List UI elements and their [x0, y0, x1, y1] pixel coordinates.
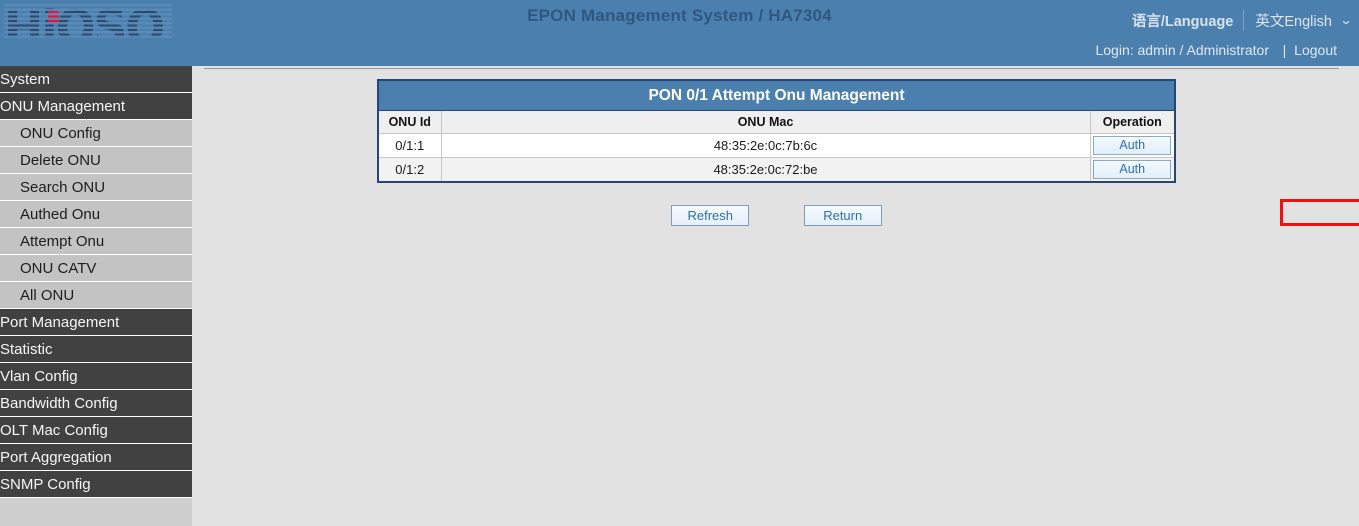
page-header: HiOSO EPON Management System / HA7304 语言…	[0, 0, 1359, 66]
logout-area: | Logout	[1283, 42, 1337, 58]
content-divider	[204, 68, 1339, 69]
chevron-down-icon: ⌄	[1339, 13, 1353, 27]
auth-button[interactable]: Auth	[1093, 136, 1171, 155]
cell-onu-id: 0/1:2	[379, 157, 441, 181]
panel-actions: Refresh Return	[377, 205, 1176, 226]
cell-operation: Auth	[1090, 157, 1174, 181]
sidebar-item-search-onu[interactable]: Search ONU	[0, 174, 192, 201]
column-header-onu-id: ONU Id	[379, 111, 441, 133]
refresh-button[interactable]: Refresh	[671, 205, 749, 226]
cell-onu-mac: 48:35:2e:0c:7b:6c	[441, 133, 1090, 157]
header-top-bar: HiOSO EPON Management System / HA7304 语言…	[0, 0, 1359, 38]
logout-separator: |	[1283, 42, 1291, 58]
logout-button[interactable]: Logout	[1294, 42, 1337, 58]
sidebar-item-all-onu[interactable]: All ONU	[0, 282, 192, 309]
sidebar-item-snmp-config[interactable]: SNMP Config	[0, 471, 192, 498]
main-content: PON 0/1 Attempt Onu Management ONU Id ON…	[192, 66, 1359, 524]
language-label: 语言/Language	[1132, 10, 1244, 31]
sidebar-item-port-aggregation[interactable]: Port Aggregation	[0, 444, 192, 471]
language-selector[interactable]: 语言/Language 英文English ⌄	[1132, 8, 1351, 32]
column-header-onu-mac: ONU Mac	[441, 111, 1090, 133]
return-button[interactable]: Return	[804, 205, 882, 226]
sidebar-nav: System ONU Management ONU Config Delete …	[0, 66, 192, 524]
sidebar-filler	[0, 498, 192, 526]
sidebar-item-authed-onu[interactable]: Authed Onu	[0, 201, 192, 228]
table-header-row: ONU Id ONU Mac Operation	[379, 111, 1174, 133]
sidebar-item-system[interactable]: System	[0, 66, 192, 93]
panel-title: PON 0/1 Attempt Onu Management	[379, 81, 1174, 111]
cell-onu-id: 0/1:1	[379, 133, 441, 157]
sidebar-item-bandwidth-config[interactable]: Bandwidth Config	[0, 390, 192, 417]
language-dropdown[interactable]: 英文English ⌄	[1243, 10, 1351, 31]
language-selected-value: 英文English	[1255, 10, 1332, 31]
column-header-operation: Operation	[1090, 111, 1174, 133]
auth-button-highlight	[1280, 199, 1359, 226]
sidebar-item-onu-catv[interactable]: ONU CATV	[0, 255, 192, 282]
sidebar-item-vlan-config[interactable]: Vlan Config	[0, 363, 192, 390]
sidebar-item-attempt-onu[interactable]: Attempt Onu	[0, 228, 192, 255]
attempt-onu-panel: PON 0/1 Attempt Onu Management ONU Id ON…	[377, 79, 1176, 183]
auth-button[interactable]: Auth	[1093, 160, 1171, 179]
sidebar-item-olt-mac-config[interactable]: OLT Mac Config	[0, 417, 192, 444]
cell-operation: Auth	[1090, 133, 1174, 157]
attempt-onu-table: ONU Id ONU Mac Operation 0/1:1 48:35:2e:…	[379, 111, 1174, 181]
table-row: 0/1:2 48:35:2e:0c:72:be Auth	[379, 157, 1174, 181]
login-info: Login: admin / Administrator	[1095, 42, 1269, 58]
sidebar-item-onu-config[interactable]: ONU Config	[0, 120, 192, 147]
sidebar-item-onu-management[interactable]: ONU Management	[0, 93, 192, 120]
sidebar-item-port-management[interactable]: Port Management	[0, 309, 192, 336]
cell-onu-mac: 48:35:2e:0c:72:be	[441, 157, 1090, 181]
table-row: 0/1:1 48:35:2e:0c:7b:6c Auth	[379, 133, 1174, 157]
sidebar-item-delete-onu[interactable]: Delete ONU	[0, 147, 192, 174]
header-bottom-bar: Login: admin / Administrator | Logout	[0, 38, 1359, 66]
sidebar-item-statistic[interactable]: Statistic	[0, 336, 192, 363]
